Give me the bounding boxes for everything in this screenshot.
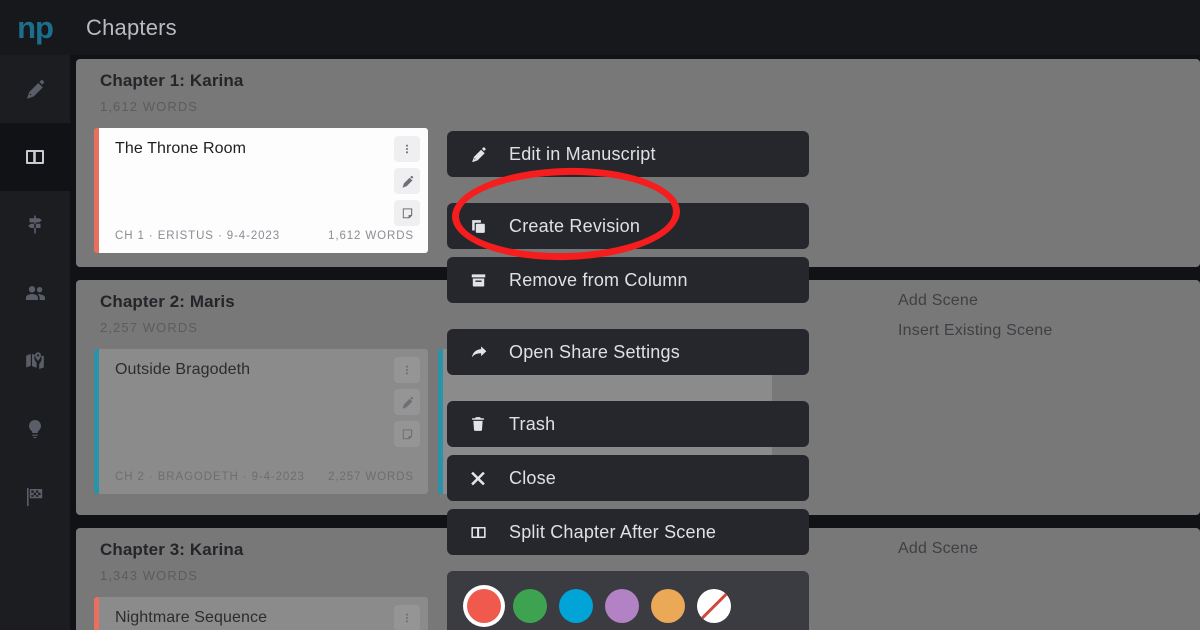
menu-spacer [447,185,809,195]
trash-icon [469,415,495,433]
menu-item-label: Trash [509,413,556,434]
scene-card-words: 1,612 WORDS [328,230,414,243]
sidebar: np [0,0,70,630]
menu-item-create-revision[interactable]: Create Revision [447,203,809,249]
pen-nib-icon [469,145,495,164]
scene-card-title: Outside Bragodeth [115,361,251,378]
scene-card-actions [394,357,420,447]
swatch-green[interactable] [513,589,547,623]
scene-note-button[interactable] [394,421,420,447]
scene-card-actions [394,605,420,630]
chapter-title: Chapter 1: Karina [100,71,244,90]
sidebar-item-ideas[interactable] [0,395,70,463]
chapter-word-count: 1,612 WORDS [100,99,199,114]
note-page-icon [400,206,415,221]
menu-item-close[interactable]: Close [447,455,809,501]
scene-card-words: 2,257 WORDS [328,471,414,484]
app-root: np Chapters Chapter 1: Karina 1,612 WORD… [0,0,1200,630]
pen-nib-icon [400,395,415,410]
sidebar-item-outline[interactable] [0,191,70,259]
column-actions: Add Scene [898,540,978,558]
scene-note-button[interactable] [394,200,420,226]
scene-card-meta: CH 1 · ERISTUS · 9-4-2023 [115,230,281,243]
kebab-menu-icon [400,611,414,625]
scene-context-menu: Edit in Manuscript Create Revision Remov… [447,131,809,630]
scene-card-meta: CH 2 · BRAGODETH · 9-4-2023 [115,471,305,484]
scene-card[interactable]: Nightmare Sequence [94,597,428,630]
sidebar-item-characters[interactable] [0,259,70,327]
add-scene-button[interactable]: Add Scene [898,540,978,558]
add-scene-button[interactable]: Add Scene [898,292,1053,310]
menu-item-edit-in-manuscript[interactable]: Edit in Manuscript [447,131,809,177]
sidebar-item-manuscript[interactable] [0,55,70,123]
close-x-icon [469,469,495,487]
app-logo[interactable]: np [0,0,70,55]
scene-card-footer: CH 2 · BRAGODETH · 9-4-2023 2,257 WORDS [99,470,428,494]
menu-spacer [447,383,809,393]
columns-icon [469,523,495,542]
menu-item-label: Close [509,467,557,488]
kebab-menu-icon [400,363,414,377]
top-header: Chapters [70,0,1200,55]
menu-spacer [447,311,809,321]
scene-card-title: The Throne Room [115,140,247,157]
checkered-flag-icon [23,485,47,509]
scene-card[interactable]: The Throne Room CH 1 · ERISTUS · 9-4-202… [94,128,428,253]
sidebar-item-places[interactable] [0,327,70,395]
columns-icon [23,145,47,169]
label-color-swatches [447,571,809,630]
archive-box-icon [469,271,495,290]
people-icon [23,281,47,305]
copy-layers-icon [469,217,495,236]
menu-item-label: Create Revision [509,215,641,236]
scene-card[interactable]: Outside Bragodeth CH 2 · BRAGODETH · 9-4… [94,349,428,494]
scene-more-button[interactable] [394,136,420,162]
share-arrow-icon [469,342,495,362]
sidebar-item-goals[interactable] [0,463,70,531]
menu-item-remove-from-column[interactable]: Remove from Column [447,257,809,303]
scene-card-footer: CH 1 · ERISTUS · 9-4-2023 1,612 WORDS [99,229,428,253]
page-title: Chapters [86,14,177,40]
lightbulb-icon [23,417,47,441]
kebab-menu-icon [400,142,414,156]
column-actions: Add Scene Insert Existing Scene [898,292,1053,340]
swatch-blue[interactable] [559,589,593,623]
sidebar-item-chapters[interactable] [0,123,70,191]
signpost-icon [23,213,47,237]
map-pin-icon [23,349,47,373]
menu-item-label: Open Share Settings [509,341,680,362]
scene-card-actions [394,136,420,226]
pen-nib-icon [400,174,415,189]
note-page-icon [400,427,415,442]
menu-item-label: Split Chapter After Scene [509,521,717,542]
menu-item-label: Edit in Manuscript [509,143,656,164]
swatch-purple[interactable] [605,589,639,623]
scene-more-button[interactable] [394,357,420,383]
menu-item-label: Remove from Column [509,269,688,290]
menu-item-split-chapter-after-scene[interactable]: Split Chapter After Scene [447,509,809,555]
menu-item-open-share-settings[interactable]: Open Share Settings [447,329,809,375]
scene-edit-button[interactable] [394,389,420,415]
scene-more-button[interactable] [394,605,420,630]
swatch-red[interactable] [467,589,501,623]
swatch-none[interactable] [697,589,731,623]
insert-existing-scene-button[interactable]: Insert Existing Scene [898,322,1053,340]
menu-item-trash[interactable]: Trash [447,401,809,447]
swatch-orange[interactable] [651,589,685,623]
scene-edit-button[interactable] [394,168,420,194]
scene-card-title: Nightmare Sequence [115,609,268,626]
pen-nib-icon [23,77,47,101]
